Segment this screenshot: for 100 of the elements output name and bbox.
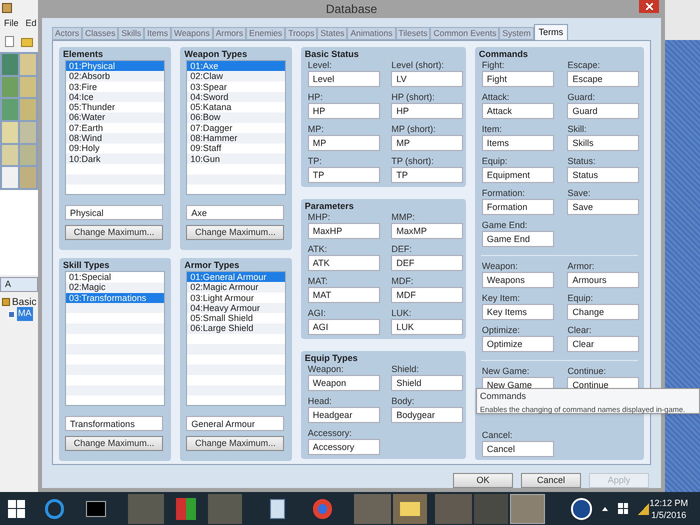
tab[interactable]: States: [317, 27, 348, 40]
new-file-icon[interactable]: [5, 36, 14, 47]
tab[interactable]: Armors: [212, 27, 246, 40]
tile-palette[interactable]: [0, 52, 38, 190]
tab[interactable]: Tilesets: [396, 27, 430, 40]
list-item[interactable]: 01:General Armour: [187, 272, 285, 282]
term-field[interactable]: MaxMP: [391, 223, 464, 239]
list-item[interactable]: 05:Small Shield: [187, 313, 285, 324]
term-field[interactable]: TP: [308, 167, 380, 183]
list-item[interactable]: 02:Magic: [66, 282, 164, 293]
change-maximum-button[interactable]: Change Maximum...: [186, 225, 284, 240]
term-field[interactable]: Save: [567, 199, 640, 215]
document-icon[interactable]: [270, 498, 285, 518]
paint-app-icon[interactable]: [354, 494, 392, 524]
list-item[interactable]: 03:Light Armour: [187, 292, 285, 303]
tab[interactable]: Items: [144, 27, 171, 40]
term-field[interactable]: Skills: [567, 135, 640, 151]
term-field[interactable]: LV: [391, 71, 464, 87]
map-tab[interactable]: A: [0, 277, 38, 292]
term-field[interactable]: Key Items: [482, 304, 554, 320]
list-item[interactable]: 06:Large Shield: [187, 323, 285, 334]
term-field[interactable]: HP: [308, 103, 380, 119]
tab[interactable]: Terms: [534, 24, 568, 40]
list-item[interactable]: 02:Claw: [187, 71, 285, 82]
list-item[interactable]: 08:Wind: [66, 133, 164, 144]
list-item[interactable]: 10:Gun: [187, 154, 285, 164]
term-field[interactable]: Escape: [567, 71, 640, 87]
tab[interactable]: Troops: [285, 27, 318, 40]
list-box[interactable]: 01:Axe 02:Claw 03:Spear 04:Sword 05:Katana 06:Bow 07:Dagger 08:Hammer 09:Staff 10:Gun: [186, 60, 286, 195]
menu-item[interactable]: File: [4, 18, 19, 28]
dialog-button[interactable]: OK: [453, 473, 513, 488]
list-item[interactable]: 03:Fire: [66, 82, 164, 92]
list-box[interactable]: 01:Physical 02:Absorb 03:Fire 04:Ice 05:Thunder 06:Water 07:Earth 08:Wind 09:Holy 10:Dark: [65, 60, 166, 195]
list-item[interactable]: 01:Axe: [187, 61, 285, 72]
term-field[interactable]: MaxHP: [308, 223, 380, 239]
term-field[interactable]: DEF: [391, 255, 464, 271]
term-field[interactable]: Bodygear: [391, 407, 464, 423]
name-field[interactable]: Transformations: [65, 416, 163, 431]
list-item[interactable]: 02:Absorb: [66, 71, 164, 82]
list-item[interactable]: 09:Staff: [187, 143, 285, 154]
term-field[interactable]: AGI: [308, 319, 380, 335]
list-item[interactable]: 03:Transformations: [66, 292, 164, 303]
windows-icon[interactable]: [8, 500, 25, 518]
list-item[interactable]: 04:Heavy Armour: [187, 302, 285, 314]
tab[interactable]: Common Events: [430, 27, 500, 40]
list-item[interactable]: 05:Katana: [187, 102, 285, 112]
term-field[interactable]: HP: [391, 103, 464, 119]
tab[interactable]: Weapons: [170, 27, 213, 40]
terminal-icon[interactable]: [86, 500, 106, 516]
term-field[interactable]: Weapon: [308, 375, 380, 391]
list-box[interactable]: 01:General Armour 02:Magic Armour 03:Light Armour 04:Heavy Armour 05:Small Shield 06:Large Shield: [186, 271, 286, 406]
term-field[interactable]: Headgear: [308, 407, 380, 423]
tab[interactable]: Skills: [118, 27, 144, 40]
folder-app-icon[interactable]: [393, 494, 427, 524]
term-field[interactable]: MP: [308, 135, 380, 151]
term-field[interactable]: Attack: [482, 103, 554, 119]
term-field[interactable]: Clear: [567, 336, 640, 352]
change-maximum-button[interactable]: Change Maximum...: [65, 225, 163, 240]
tab[interactable]: System: [499, 27, 534, 40]
term-field[interactable]: Weapons: [482, 272, 554, 288]
app-icon[interactable]: [176, 498, 196, 520]
list-item[interactable]: 06:Water: [66, 112, 164, 123]
term-field[interactable]: Fight: [482, 71, 554, 87]
tab[interactable]: Animations: [347, 27, 396, 40]
tab[interactable]: Actors: [52, 27, 82, 40]
term-field[interactable]: Cancel: [482, 441, 554, 457]
close-button[interactable]: [639, 0, 659, 13]
clock-date[interactable]: 1/5/2016: [651, 508, 686, 520]
list-item[interactable]: 07:Earth: [66, 122, 164, 134]
browser-icon[interactable]: [44, 498, 64, 518]
list-item[interactable]: 01:Special: [66, 272, 164, 282]
list-item[interactable]: 08:Hammer: [187, 133, 285, 144]
list-item[interactable]: 07:Dagger: [187, 122, 285, 134]
list-item[interactable]: 09:Holy: [66, 143, 164, 154]
term-field[interactable]: Armours: [567, 272, 640, 288]
term-field[interactable]: Shield: [391, 375, 464, 391]
tree-item[interactable]: Basic: [12, 294, 36, 310]
term-field[interactable]: Formation: [482, 199, 554, 215]
change-maximum-button[interactable]: Change Maximum...: [186, 436, 284, 451]
list-item[interactable]: 04:Ice: [66, 92, 164, 102]
change-maximum-button[interactable]: Change Maximum...: [65, 436, 163, 451]
windows-icon[interactable]: [618, 503, 628, 514]
help-icon[interactable]: [571, 498, 592, 520]
term-field[interactable]: Optimize: [482, 336, 554, 352]
term-field[interactable]: Equipment: [482, 167, 554, 183]
tab[interactable]: Classes: [82, 27, 118, 40]
term-field[interactable]: Status: [567, 167, 640, 183]
name-field[interactable]: Axe: [186, 205, 284, 220]
menu-item[interactable]: Ed: [26, 18, 37, 28]
list-item[interactable]: 10:Dark: [66, 154, 164, 164]
term-field[interactable]: MAT: [308, 287, 380, 303]
term-field[interactable]: LUK: [391, 319, 464, 335]
list-item[interactable]: 01:Physical: [66, 61, 164, 72]
list-item[interactable]: 02:Magic Armour: [187, 282, 285, 293]
tab[interactable]: Enemies: [246, 27, 286, 40]
list-item[interactable]: 03:Spear: [187, 82, 285, 92]
list-item[interactable]: 06:Bow: [187, 112, 285, 123]
term-field[interactable]: Guard: [567, 103, 640, 119]
name-field[interactable]: General Armour: [186, 416, 284, 431]
clock-time[interactable]: 12:12 PM: [649, 496, 688, 508]
